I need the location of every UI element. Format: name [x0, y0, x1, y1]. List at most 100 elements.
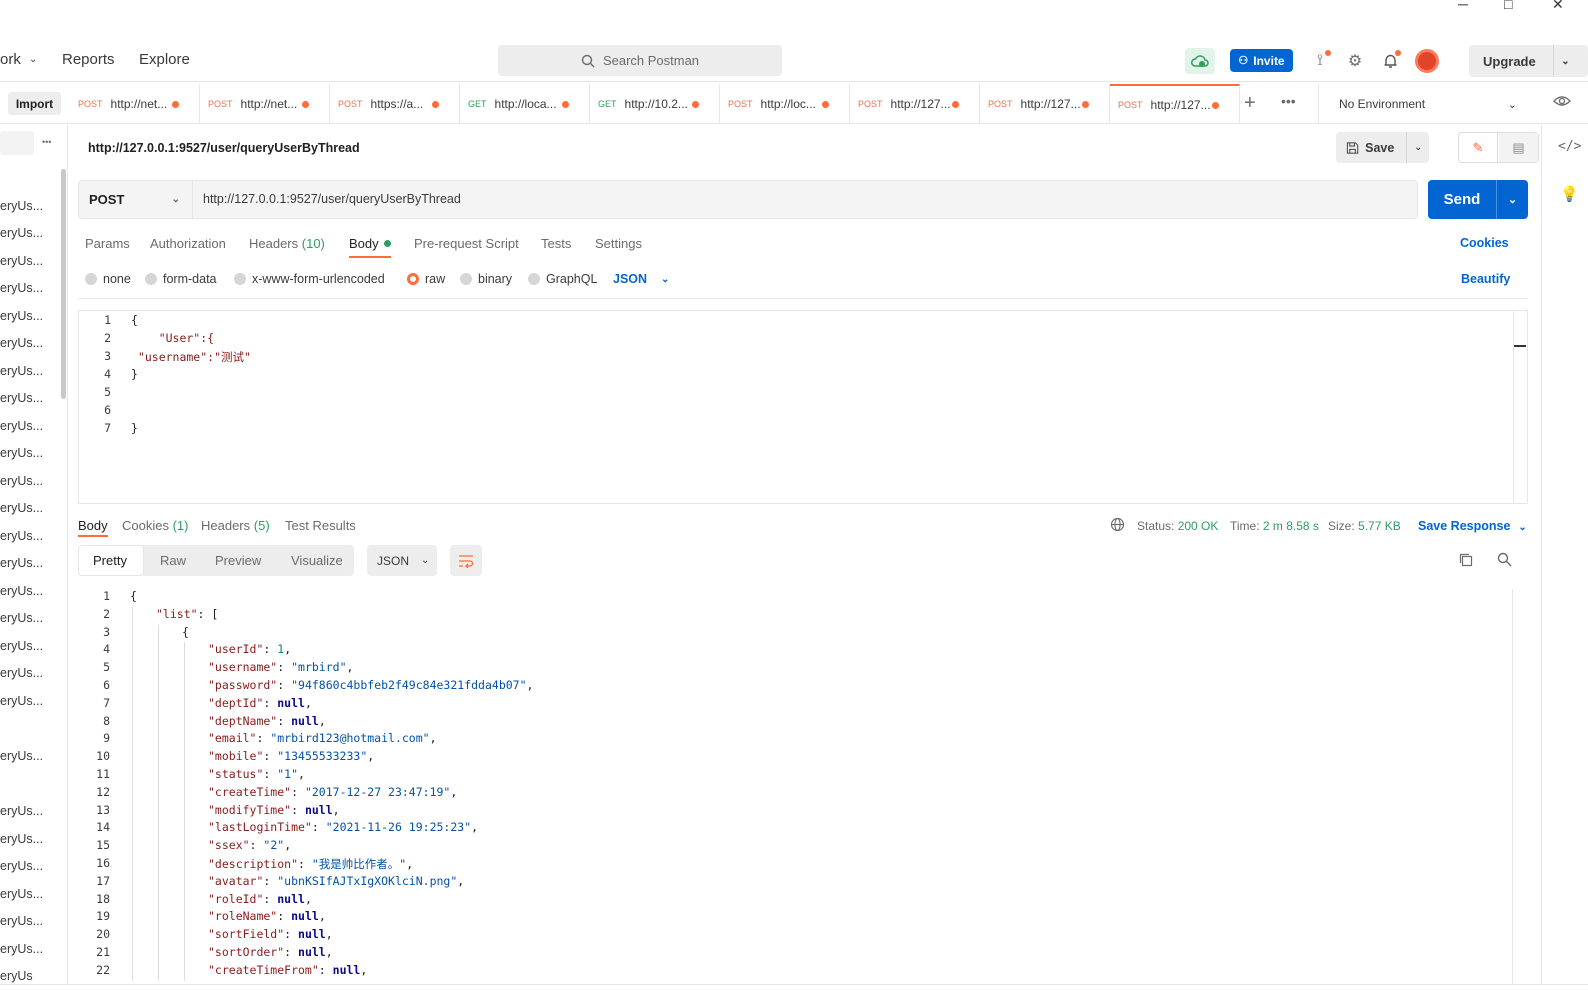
invite-button[interactable]: ⚇ Invite [1230, 49, 1293, 72]
sidebar-item[interactable]: eryUs... [0, 859, 43, 873]
chevron-down-icon[interactable]: ⌄ [1553, 45, 1577, 77]
sidebar-scrollbar[interactable] [61, 169, 66, 399]
sidebar-item[interactable]: eryUs... [0, 336, 43, 350]
workspace-menu[interactable]: ork ⌄ [0, 51, 37, 68]
cookies-link[interactable]: Cookies [1460, 236, 1509, 250]
sidebar-item[interactable]: eryUs... [0, 254, 43, 268]
tab-tests[interactable]: Tests [541, 236, 571, 251]
radio-form-data[interactable]: form-data [145, 272, 217, 286]
save-response-button[interactable]: Save Response ⌄ [1418, 519, 1527, 533]
environment-selector[interactable]: No Environment ⌄ [1318, 84, 1533, 124]
gear-icon[interactable]: ⚙ [1342, 48, 1368, 74]
editor-scrollbar[interactable] [1513, 311, 1527, 503]
sidebar-item[interactable]: eryUs... [0, 556, 43, 570]
sidebar-item[interactable]: eryUs... [0, 391, 43, 405]
sidebar-item[interactable]: eryUs... [0, 226, 43, 240]
request-tab[interactable]: POST http://net... [200, 84, 330, 124]
tab-headers[interactable]: Headers (10) [249, 236, 325, 251]
eye-icon[interactable] [1553, 94, 1571, 111]
edit-pencil-icon[interactable]: ✎ [1459, 133, 1498, 162]
sidebar-item[interactable]: eryUs... [0, 666, 43, 680]
view-preview[interactable]: Preview [215, 553, 261, 568]
sidebar-item[interactable]: eryUs... [0, 639, 43, 653]
sidebar-item[interactable]: eryUs... [0, 474, 43, 488]
radio-none[interactable]: none [85, 272, 131, 286]
sidebar-item[interactable]: eryUs... [0, 584, 43, 598]
body-format-select[interactable]: JSON ⌄ [613, 272, 669, 286]
request-tab[interactable]: POST http://loc... [720, 84, 850, 124]
radio-urlencoded[interactable]: x-www-form-urlencoded [234, 272, 385, 286]
reports-link[interactable]: Reports [62, 51, 115, 68]
radio-binary[interactable]: binary [460, 272, 512, 286]
maximize-icon[interactable]: □ [1504, 0, 1512, 12]
view-visualize[interactable]: Visualize [291, 553, 343, 568]
copy-icon[interactable] [1458, 552, 1474, 571]
satellite-icon[interactable]: ⟟ [1307, 48, 1333, 74]
request-tab[interactable]: POST https://a... [330, 84, 460, 124]
sidebar-item[interactable]: eryUs... [0, 501, 43, 515]
sidebar-item[interactable]: eryUs... [0, 887, 43, 901]
search-icon[interactable] [1497, 552, 1512, 570]
chevron-down-icon[interactable]: ⌄ [1406, 132, 1429, 163]
tab-settings[interactable]: Settings [595, 236, 642, 251]
wrap-lines-icon[interactable] [450, 545, 482, 576]
response-scrollbar[interactable] [1512, 589, 1526, 984]
chevron-down-icon[interactable]: ⌄ [1496, 180, 1528, 219]
radio-graphql[interactable]: GraphQL [528, 272, 597, 286]
sidebar-item[interactable]: eryUs... [0, 281, 43, 295]
radio-raw[interactable]: raw [407, 272, 445, 286]
tab-body[interactable]: Body [349, 236, 391, 251]
response-tab-body[interactable]: Body [78, 518, 108, 533]
sidebar-item[interactable]: eryUs... [0, 942, 43, 956]
sidebar-item[interactable]: eryUs... [0, 529, 43, 543]
tab-authorization[interactable]: Authorization [150, 236, 226, 251]
upgrade-button[interactable]: Upgrade ⌄ [1469, 45, 1588, 77]
method-select[interactable]: POST ⌄ [79, 181, 193, 218]
save-button[interactable]: Save ⌄ [1336, 132, 1429, 163]
sidebar-filter-input[interactable] [0, 131, 34, 155]
beautify-link[interactable]: Beautify [1461, 272, 1510, 286]
close-icon[interactable]: ✕ [1552, 0, 1564, 13]
response-tab-headers[interactable]: Headers (5) [201, 518, 270, 533]
request-tab[interactable]: POST http://127... [850, 84, 980, 124]
globe-icon[interactable] [1110, 517, 1125, 535]
code-snippet-icon[interactable]: </> [1558, 139, 1581, 154]
request-body-editor[interactable]: 1 {2 "User":{3 "username":"测试" 4} 5 6 7} [78, 310, 1528, 504]
response-format-select[interactable]: JSON ⌄ [367, 545, 437, 576]
sidebar-item[interactable]: eryUs... [0, 914, 43, 928]
sidebar-item[interactable]: eryUs... [0, 804, 43, 818]
sidebar-item[interactable]: eryUs... [0, 364, 43, 378]
sidebar-item[interactable]: eryUs... [0, 419, 43, 433]
view-pretty[interactable]: Pretty [93, 553, 127, 568]
url-input[interactable]: http://127.0.0.1:9527/user/queryUserByTh… [203, 192, 461, 206]
more-tabs-icon[interactable]: ••• [1281, 93, 1296, 109]
tab-prerequest-script[interactable]: Pre-request Script [414, 236, 519, 251]
more-icon[interactable]: ••• [42, 137, 51, 147]
send-button[interactable]: Send ⌄ [1428, 180, 1528, 219]
request-tab[interactable]: POST http://127... [980, 84, 1110, 124]
search-bar[interactable]: Search Postman [498, 45, 782, 76]
sidebar-item[interactable]: eryUs... [0, 199, 43, 213]
response-tab-test-results[interactable]: Test Results [285, 518, 356, 533]
request-tab[interactable]: POST http://127... [1110, 84, 1240, 124]
bell-icon[interactable] [1377, 48, 1403, 74]
sidebar-item[interactable]: eryUs... [0, 694, 43, 708]
lightbulb-icon[interactable]: 💡 [1560, 185, 1579, 203]
sync-cloud-icon[interactable] [1185, 48, 1215, 74]
sidebar-item[interactable]: eryUs [0, 969, 33, 983]
explore-link[interactable]: Explore [139, 51, 190, 68]
view-raw[interactable]: Raw [160, 553, 186, 568]
request-tab[interactable]: GET http://10.2... [590, 84, 720, 124]
comment-icon[interactable]: ▤ [1499, 133, 1538, 162]
tab-params[interactable]: Params [85, 236, 130, 251]
sidebar-item[interactable]: eryUs... [0, 832, 43, 846]
sidebar-item[interactable]: eryUs... [0, 749, 43, 763]
import-button[interactable]: Import [8, 92, 61, 115]
request-tab[interactable]: GET http://loca... [460, 84, 590, 124]
minimize-icon[interactable]: ─ [1458, 0, 1468, 12]
sidebar-item[interactable]: eryUs... [0, 446, 43, 460]
new-tab-icon[interactable]: + [1244, 92, 1256, 114]
request-tab[interactable]: POST http://net... [70, 84, 200, 124]
sidebar-item[interactable]: eryUs... [0, 309, 43, 323]
sidebar-item[interactable]: eryUs... [0, 611, 43, 625]
